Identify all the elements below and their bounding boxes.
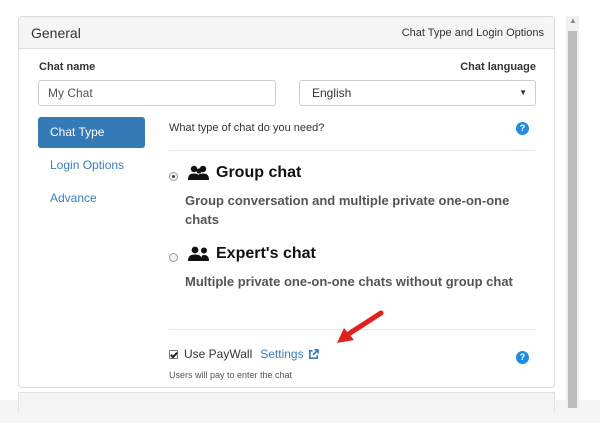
paywall-checkbox[interactable]	[169, 349, 178, 359]
nav-item-login-options[interactable]: Login Options	[38, 150, 145, 181]
panel-header[interactable]: General Chat Type and Login Options	[19, 17, 554, 49]
general-panel: General Chat Type and Login Options Chat…	[18, 16, 555, 388]
paywall-hint: Users will pay to enter the chat	[169, 370, 293, 380]
divider	[169, 150, 536, 151]
field-labels: Chat name Chat language	[39, 61, 536, 73]
help-icon[interactable]: ?	[516, 122, 529, 135]
chat-language-value: English	[312, 86, 352, 100]
chat-settings-nav: Chat Type Login Options Advance	[38, 117, 145, 216]
settings-link-label: Settings	[260, 347, 304, 361]
experts-chat-radio[interactable]	[169, 253, 178, 262]
next-panel-header[interactable]	[18, 392, 555, 412]
chat-name-input[interactable]: My Chat	[38, 80, 276, 106]
group-chat-label: Group chat	[216, 164, 302, 181]
experts-chat-title[interactable]: Expert's chat	[187, 245, 316, 263]
chat-language-label: Chat language	[460, 61, 536, 73]
chat-type-content: What type of chat do you need? ? Group c…	[169, 117, 536, 380]
scroll-thumb[interactable]	[568, 31, 577, 408]
group-chat-description: Group conversation and multiple private …	[185, 193, 510, 227]
question-row: What type of chat do you need? ?	[169, 117, 536, 147]
vertical-scrollbar[interactable]: ▲	[566, 16, 579, 408]
panel-header-subtitle: Chat Type and Login Options	[401, 26, 544, 39]
group-chat-title[interactable]: Group chat	[187, 164, 301, 182]
red-arrow-icon	[337, 310, 384, 343]
paywall-row: Use PayWall Settings	[169, 347, 319, 361]
nav-item-chat-type[interactable]: Chat Type	[38, 117, 145, 148]
chat-name-label: Chat name	[39, 61, 96, 73]
chevron-down-icon: ▼	[519, 88, 527, 97]
external-link-icon	[308, 348, 319, 359]
group-chat-radio[interactable]	[169, 172, 178, 181]
chat-language-select[interactable]: English ▼	[299, 80, 536, 106]
paywall-label[interactable]: Use PayWall	[184, 347, 252, 361]
user-pair-icon	[188, 246, 209, 261]
paywall-settings-link[interactable]: Settings	[260, 347, 319, 361]
users-icon	[188, 165, 209, 180]
paywall-help-icon[interactable]: ?	[516, 351, 529, 364]
nav-item-advance[interactable]: Advance	[38, 183, 145, 214]
experts-chat-description: Multiple private one-on-one chats withou…	[185, 274, 513, 289]
chat-type-question: What type of chat do you need?	[169, 122, 325, 134]
panel-title: General	[31, 24, 81, 41]
page: General Chat Type and Login Options Chat…	[0, 0, 600, 423]
experts-chat-label: Expert's chat	[216, 245, 316, 262]
scroll-up-icon[interactable]: ▲	[569, 16, 577, 25]
